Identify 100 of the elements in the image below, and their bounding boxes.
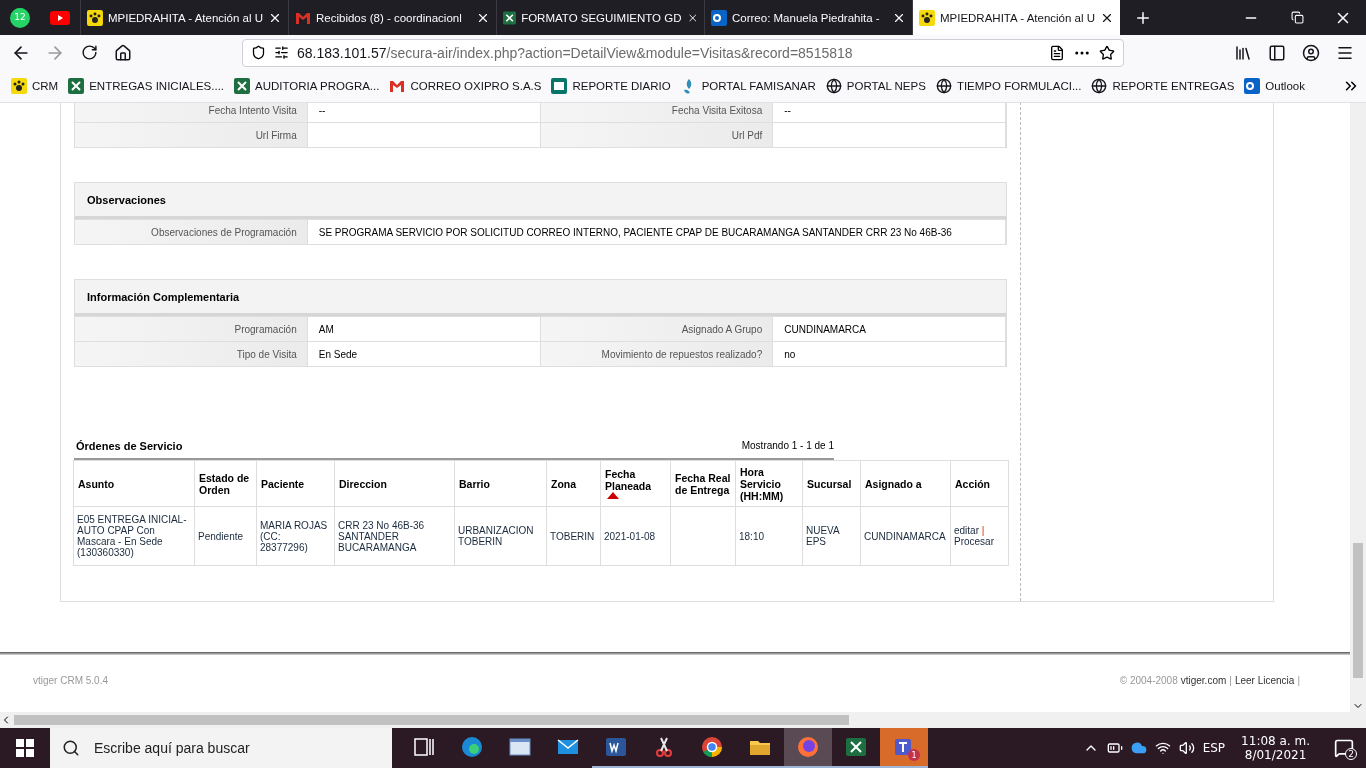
column-header[interactable]: Zona <box>546 460 601 507</box>
separator: | <box>981 525 985 536</box>
clock-date[interactable]: 8/01/2021 <box>1244 748 1307 762</box>
column-header[interactable]: Asignado a <box>860 460 951 507</box>
globe-icon <box>1091 78 1108 94</box>
field-value: -- <box>773 103 1006 122</box>
taskbar-app[interactable]: 1 <box>880 728 928 768</box>
scroll-thumb[interactable] <box>14 715 849 725</box>
reload-icon[interactable] <box>80 44 98 61</box>
wifi-icon[interactable] <box>1154 740 1171 756</box>
sidebar-icon[interactable] <box>1268 43 1286 62</box>
action-link[interactable]: Procesar <box>954 536 994 547</box>
browser-tab[interactable]: MPIEDRAHITA - Atención al U <box>912 0 1120 35</box>
reader-icon[interactable] <box>1049 44 1065 61</box>
footer-link[interactable]: vtiger.com <box>1180 675 1227 686</box>
bookmark[interactable]: AUDITORIA PROGRA... <box>229 78 385 94</box>
bookmark[interactable]: CRM <box>6 78 64 94</box>
chrome-icon <box>700 735 724 759</box>
table-cell: URBANIZACION TOBERIN <box>454 506 547 566</box>
library-icon[interactable] <box>1234 43 1252 62</box>
field-value: -- <box>307 103 541 122</box>
play-icon <box>50 10 70 25</box>
field-label: Observaciones de Programación <box>75 219 308 244</box>
column-header[interactable]: Fecha Planeada <box>600 460 671 507</box>
bookmark[interactable]: REPORTE DIARIO <box>546 78 676 94</box>
bookmark[interactable]: PORTAL FAMISANAR <box>675 78 821 94</box>
column-header[interactable]: Acción <box>950 460 1009 507</box>
address-field[interactable]: 68.183.101.57/secura-air/index.php?action=DetailView&module=Visitas&record=8515818 <box>242 38 1124 67</box>
field-label: Fecha Visita Exitosa <box>540 103 774 122</box>
field-label: Url Firma <box>75 122 308 147</box>
windows-icon[interactable] <box>16 739 34 757</box>
vertical-scrollbar[interactable] <box>1350 103 1366 712</box>
table-cell: CUNDINAMARCA <box>860 506 951 566</box>
column-header[interactable]: Sucursal <box>802 460 861 507</box>
bookmark[interactable]: ENTREGAS INICIALES.... <box>63 78 230 94</box>
volume-icon[interactable] <box>1178 740 1195 756</box>
table-cell: CRR 23 No 46B-36 SANTANDER BUCARAMANGA <box>334 506 455 566</box>
column-header[interactable]: Direccion <box>334 460 455 507</box>
notifications-button[interactable]: 2 <box>1326 728 1362 768</box>
shield-icon[interactable] <box>251 45 266 60</box>
permissions-icon[interactable] <box>274 45 289 60</box>
column-header[interactable]: Estado de Orden <box>194 460 257 507</box>
field-label: Fecha Intento Visita <box>75 103 308 122</box>
edge-icon <box>460 735 484 759</box>
column-header[interactable]: Hora Servicio (HH:MM) <box>735 460 803 507</box>
globe-icon <box>935 78 952 94</box>
field-label: Tipo de Visita <box>75 341 308 366</box>
task-view-icon <box>412 735 436 759</box>
column-header[interactable]: Fecha Real de Entrega <box>670 460 736 507</box>
table-cell: MARIA ROJAS (CC: 28377296) <box>256 506 335 566</box>
account-icon[interactable] <box>1302 43 1320 62</box>
table-cell: 18:10 <box>735 506 803 566</box>
table-cell: E05 ENTREGA INICIAL-AUTO CPAP Con Mascara - En Sede (130360330) <box>73 506 195 566</box>
orders-title: Órdenes de Servicio <box>76 440 183 452</box>
paw-icon <box>919 9 935 26</box>
excel-icon <box>844 735 868 759</box>
outlook-icon <box>1244 78 1261 94</box>
gmail-icon <box>389 78 406 94</box>
table-cell: 2021-01-08 <box>600 506 671 566</box>
excel-icon <box>234 78 251 94</box>
version-text: vtiger CRM 5.0.4 <box>33 675 109 686</box>
record-count: Mostrando 1 - 1 de 1 <box>741 440 834 452</box>
action-link[interactable]: editar <box>954 525 979 536</box>
footer-link[interactable]: Leer Licencia <box>1234 675 1295 686</box>
field-value: CUNDINAMARCA <box>773 316 1006 341</box>
field-value: SE PROGRAMA SERVICIO POR SOLICITUD CORREO INTERNO, PACIENTE CPAP DE BUCARAMANGA SANTANDER CRR 23 No 46B-36 <box>307 219 1006 244</box>
bookmark[interactable]: REPORTE ENTREGAS <box>1086 78 1240 94</box>
bookmark[interactable]: TIEMPO FORMULACI... <box>930 78 1087 94</box>
globe-icon <box>825 78 842 94</box>
sort-icon <box>607 492 619 499</box>
language-indicator[interactable]: ESP <box>1202 741 1226 755</box>
column-header[interactable]: Asunto <box>73 460 195 507</box>
star-icon[interactable] <box>1099 44 1115 61</box>
field-label: Url Pdf <box>540 122 774 147</box>
notification-icon <box>1334 738 1354 758</box>
bookmark[interactable]: CORREO OXIPRO S.A.S <box>384 78 547 94</box>
section-header: Información Complementaria <box>74 279 1007 316</box>
firefox-icon <box>796 735 820 759</box>
notification-count: 2 <box>1345 748 1357 760</box>
cloud-icon[interactable] <box>1130 740 1147 756</box>
horizontal-scrollbar[interactable] <box>0 712 1366 728</box>
field-value: AM <box>307 316 541 341</box>
copyright-text: © 2004-2008 <box>1119 675 1178 686</box>
outlook-icon <box>711 9 727 26</box>
bookmark[interactable]: Outlook <box>1239 78 1310 94</box>
clock-time[interactable]: 11:08 a. m. <box>1241 734 1310 748</box>
home-icon[interactable] <box>114 43 132 62</box>
excel-icon <box>503 9 517 26</box>
bookmark[interactable]: PORTAL NEPS <box>820 78 931 94</box>
field-value: no <box>773 341 1006 366</box>
scroll-thumb[interactable] <box>1353 543 1363 678</box>
battery-icon[interactable] <box>1106 740 1123 756</box>
search-icon <box>62 739 80 757</box>
restore-icon[interactable] <box>1290 11 1304 24</box>
column-header[interactable]: Paciente <box>256 460 335 507</box>
paw-icon <box>87 9 103 26</box>
column-header[interactable]: Barrio <box>454 460 547 507</box>
sheet-icon <box>551 78 568 94</box>
field-label: Asignado A Grupo <box>540 316 774 341</box>
section-header: Observaciones <box>74 182 1007 219</box>
